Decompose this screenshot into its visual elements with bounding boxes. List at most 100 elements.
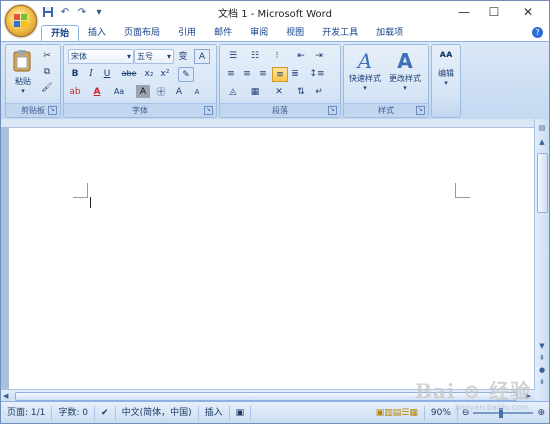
zoom-level[interactable]: 90% [425,406,458,420]
find-icon: ᴀᴀ [439,49,453,60]
change-case-button[interactable]: Aa [110,85,128,98]
insert-mode[interactable]: 插入 [199,406,230,420]
margin-corner-top-left [73,183,88,198]
group-editing: ᴀᴀ 编辑 ▾ [431,44,461,118]
ribbon-tabs: 开始 插入 页面布局 引用 邮件 审阅 视图 开发工具 加载项 [41,25,412,42]
vertical-scrollbar[interactable]: ▤ ▲ ▼ ⇞ ● ⇟ [534,119,549,401]
tab-mailings[interactable]: 邮件 [205,25,241,41]
clear-format-icon[interactable]: ✎ [178,67,194,82]
dialog-launcher-icon[interactable]: ↘ [416,106,425,115]
italic-button[interactable]: I [84,67,98,80]
group-label-paragraph: 段落 [220,103,340,117]
chinese-layout-icon[interactable]: ✕ [270,85,288,98]
previous-page-icon[interactable]: ⇞ [537,353,547,363]
scroll-down-icon[interactable]: ▼ [537,341,547,351]
paste-button[interactable]: 粘贴 ▾ [11,49,35,97]
tab-references[interactable]: 引用 [169,25,205,41]
align-left-icon[interactable]: ≡ [224,67,238,80]
office-logo-icon [14,14,28,28]
strikethrough-button[interactable]: abe [120,67,138,80]
borders-icon[interactable]: ▦ [246,85,264,98]
subscript-button[interactable]: x₂ [142,67,156,80]
chevron-down-icon: ▾ [21,87,25,95]
macro-record-icon[interactable]: ▣ [230,406,252,420]
zoom-in-icon[interactable]: ⊕ [533,408,549,418]
change-styles-icon: A [397,49,413,73]
baidu-watermark: Bai ⊙ 经验 [415,379,532,403]
quick-styles-button[interactable]: A 快速样式 ▾ [346,49,384,99]
tab-home[interactable]: 开始 [41,25,80,42]
format-painter-icon[interactable]: 🖌 [40,81,54,94]
font-name-select[interactable]: 宋体 ▾ [68,49,134,64]
cut-icon[interactable]: ✂ [40,49,54,62]
change-styles-label: 更改样式 [389,74,421,83]
font-size-select[interactable]: 五号 ▾ [134,49,174,64]
dialog-launcher-icon[interactable]: ↘ [328,106,337,115]
shrink-font-button[interactable]: A [190,85,204,98]
bullets-icon[interactable]: ☰ [224,49,242,62]
font-size-value: 五号 [137,52,153,61]
char-shading-button[interactable]: A [136,85,150,98]
superscript-button[interactable]: x² [158,67,172,80]
document-page[interactable] [9,128,535,389]
scroll-left-icon[interactable]: ◀ [3,392,8,400]
minimize-button[interactable]: — [449,1,479,23]
enclose-char-button[interactable]: ㊉ [154,85,168,98]
office-button[interactable] [5,5,37,37]
underline-button[interactable]: U [100,67,114,80]
zoom-slider[interactable] [473,408,534,418]
align-center-icon[interactable]: ≡ [240,67,254,80]
dialog-launcher-icon[interactable]: ↘ [48,106,57,115]
maximize-button[interactable]: ☐ [479,1,509,23]
paste-label: 粘贴 [15,77,31,86]
ruler-toggle-icon[interactable]: ▤ [537,123,547,133]
char-border-icon[interactable]: A [194,49,210,64]
multilevel-list-icon[interactable]: ⁝ [268,49,286,62]
phonetic-guide-icon[interactable]: 变 [176,49,190,62]
font-color-icon[interactable]: A [90,85,104,98]
language-status[interactable]: 中文(简体，中国) [116,406,199,420]
tab-insert[interactable]: 插入 [79,25,115,41]
word-window: ↶ ↷ ▾ 文档 1 - Microsoft Word — ☐ ✕ 开始 插入 … [0,0,550,424]
show-marks-icon[interactable]: ↵ [312,85,326,98]
tab-addins[interactable]: 加载项 [367,25,412,41]
tab-developer[interactable]: 开发工具 [313,25,367,41]
grow-font-button[interactable]: A [172,85,186,98]
align-right-icon[interactable]: ≡ [256,67,270,80]
scroll-up-icon[interactable]: ▲ [537,137,547,147]
next-page-icon[interactable]: ⇟ [537,377,547,387]
group-clipboard: 粘贴 ▾ ✂ ⧉ 🖌 剪贴板 ↘ [5,44,61,118]
highlight-icon[interactable]: ab [68,85,82,98]
text-cursor [90,197,91,208]
tab-page-layout[interactable]: 页面布局 [115,25,169,41]
increase-indent-icon[interactable]: ⇥ [312,49,326,62]
justify-icon[interactable]: ≡ [272,67,288,82]
clipboard-icon [13,50,31,72]
quick-styles-icon: A [357,49,373,73]
page-count[interactable]: 页面: 1/1 [1,406,53,420]
word-count[interactable]: 字数: 0 [52,406,96,420]
close-button[interactable]: ✕ [513,1,543,23]
help-icon[interactable]: ? [532,27,543,38]
line-spacing-icon[interactable]: ↕≡ [308,67,326,80]
chevron-down-icon: ▾ [403,84,407,92]
view-buttons[interactable]: ▣▥▤☰▦ [370,406,425,420]
tab-review[interactable]: 审阅 [241,25,277,41]
copy-icon[interactable]: ⧉ [40,65,54,78]
distributed-icon[interactable]: ≣ [288,67,302,80]
decrease-indent-icon[interactable]: ⇤ [294,49,308,62]
bold-button[interactable]: B [68,67,82,80]
editing-button[interactable]: ᴀᴀ 编辑 ▾ [434,49,458,99]
tab-view[interactable]: 视图 [277,25,313,41]
numbering-icon[interactable]: ☷ [246,49,264,62]
scroll-thumb[interactable] [537,153,548,213]
proofing-icon[interactable]: ✔ [95,406,116,420]
change-styles-button[interactable]: A 更改样式 ▾ [386,49,424,99]
quick-styles-label: 快速样式 [349,74,381,83]
shading-icon[interactable]: ◬ [224,85,242,98]
ribbon: 粘贴 ▾ ✂ ⧉ 🖌 剪贴板 ↘ 宋体 ▾ 五号 ▾ 变 A B I U abe x… [1,41,549,121]
dialog-launcher-icon[interactable]: ↘ [204,106,213,115]
browse-object-icon[interactable]: ● [537,365,547,375]
title-bar: ↶ ↷ ▾ 文档 1 - Microsoft Word — ☐ ✕ [1,1,549,37]
sort-icon[interactable]: ⇅ [294,85,308,98]
